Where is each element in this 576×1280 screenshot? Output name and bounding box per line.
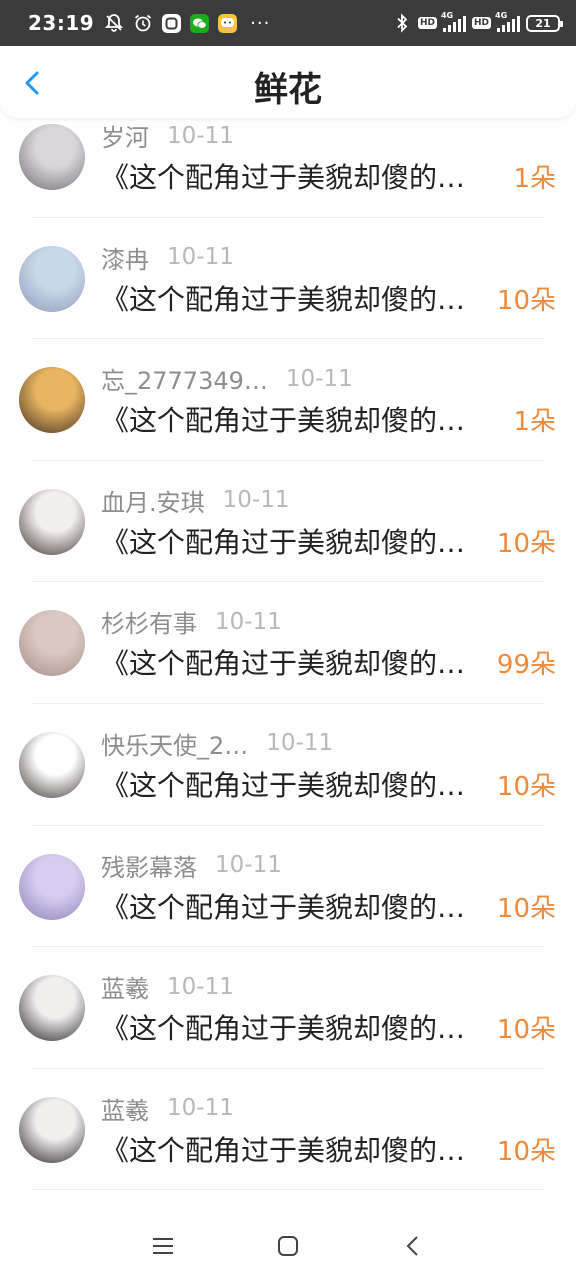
list-item[interactable]: 忘_2777349… 10-11 《这个配角过于美貌却傻的… 1朵 [0, 339, 576, 461]
user-name[interactable]: 忘_2777349… [101, 361, 268, 396]
message: 《这个配角过于美貌却傻的… [101, 161, 466, 194]
header: 鲜花 [0, 46, 576, 118]
avatar[interactable] [19, 367, 85, 434]
message: 《这个配角过于美貌却傻的… [101, 1012, 466, 1046]
name-row: 蓝羲 10-11 [101, 1091, 234, 1126]
alarm-icon [133, 13, 153, 33]
name-row: 蓝羲 10-11 [101, 969, 234, 1004]
name-row: 岁河 10-11 [101, 118, 234, 153]
mute-bell-icon [104, 13, 124, 33]
name-row: 残影幕落 10-11 [101, 848, 282, 883]
list-item[interactable]: 漆冉 10-11 《这个配角过于美貌却傻的… 10朵 [0, 218, 576, 340]
flower-amount: 1朵 [513, 164, 556, 194]
wechat-icon [190, 13, 210, 33]
message: 《这个配角过于美貌却傻的… [101, 890, 466, 924]
date: 10-11 [222, 487, 290, 514]
avatar[interactable] [19, 1096, 85, 1163]
name-row: 忘_2777349… 10-11 [101, 361, 353, 396]
system-nav-bar [0, 1212, 576, 1280]
date: 10-11 [215, 608, 282, 635]
date: 10-11 [266, 730, 334, 757]
avatar[interactable] [19, 975, 85, 1042]
list-item[interactable]: 快乐天使_2… 10-11 《这个配角过于美貌却傻的… 10朵 [0, 704, 576, 826]
flower-amount: 10朵 [496, 528, 556, 559]
message: 《这个配角过于美貌却傻的… [101, 1133, 466, 1167]
avatar[interactable] [19, 245, 85, 312]
user-name[interactable]: 血月.安琪 [101, 483, 205, 518]
battery-icon: 21 [526, 14, 563, 32]
avatar[interactable] [19, 731, 85, 798]
user-name[interactable]: 残影幕落 [101, 848, 197, 883]
avatar[interactable] [19, 124, 85, 190]
date: 10-11 [167, 973, 234, 1000]
date: 10-11 [285, 365, 353, 392]
flower-amount: 1朵 [513, 407, 556, 438]
chat-app-icon [218, 13, 238, 33]
date: 10-11 [167, 244, 234, 271]
signal-icon: 4G [441, 11, 466, 32]
avatar[interactable] [19, 853, 85, 920]
menu-icon[interactable] [148, 1231, 178, 1261]
name-row: 快乐天使_2… 10-11 [101, 726, 333, 761]
message: 《这个配角过于美貌却傻的… [101, 647, 466, 681]
message: 《这个配角过于美貌却傻的… [101, 525, 466, 559]
battery-level: 21 [535, 16, 551, 30]
date: 10-11 [167, 1095, 234, 1122]
back-chevron-icon[interactable] [398, 1231, 428, 1261]
page-title: 鲜花 [254, 70, 322, 110]
system-icons: HD 4G HD 4G 21 [392, 11, 563, 33]
name-row: 血月.安琪 10-11 [101, 483, 289, 518]
home-square-icon[interactable] [273, 1231, 303, 1261]
avatar[interactable] [19, 610, 85, 677]
app-icon [162, 13, 182, 33]
divider [32, 1189, 544, 1191]
list-item[interactable]: 蓝羲 10-11 《这个配角过于美貌却傻的… 10朵 [0, 947, 576, 1069]
hd-badge: HD [471, 17, 491, 29]
bluetooth-icon [392, 13, 412, 33]
name-row: 漆冉 10-11 [101, 240, 234, 275]
flower-amount: 99朵 [496, 650, 556, 681]
message: 《这个配角过于美貌却傻的… [101, 404, 466, 438]
user-name[interactable]: 快乐天使_2… [101, 726, 248, 761]
flower-amount: 10朵 [496, 1015, 556, 1046]
message: 《这个配角过于美貌却傻的… [101, 282, 466, 316]
flower-amount: 10朵 [496, 771, 556, 802]
message: 《这个配角过于美貌却傻的… [101, 768, 466, 802]
date: 10-11 [215, 852, 282, 879]
list-item[interactable]: 杉杉有事 10-11 《这个配角过于美貌却傻的… 99朵 [0, 582, 576, 704]
status-bar: 23:19 ··· HD 4G HD 4G 21 [0, 0, 576, 46]
flower-amount: 10朵 [496, 285, 556, 316]
list-item[interactable]: 蓝羲 10-11 《这个配角过于美貌却傻的… 10朵 [0, 1069, 576, 1191]
signal-icon: 4G [495, 11, 520, 32]
hd-badge: HD [417, 17, 437, 29]
user-name[interactable]: 蓝羲 [101, 1091, 149, 1126]
flower-amount: 10朵 [496, 1136, 556, 1167]
list-item[interactable]: 血月.安琪 10-11 《这个配角过于美貌却傻的… 10朵 [0, 461, 576, 583]
flower-amount: 10朵 [496, 893, 556, 924]
date: 10-11 [167, 122, 234, 149]
user-name[interactable]: 杉杉有事 [101, 604, 197, 639]
list-item[interactable]: 残影幕落 10-11 《这个配角过于美貌却傻的… 10朵 [0, 826, 576, 948]
more-notifications-icon: ··· [250, 12, 271, 34]
avatar[interactable] [19, 488, 85, 555]
name-row: 杉杉有事 10-11 [101, 604, 282, 639]
status-time: 23:19 [28, 11, 95, 35]
user-name[interactable]: 漆冉 [101, 240, 149, 275]
user-name[interactable]: 岁河 [101, 118, 149, 153]
flower-list: 岁河 10-11 《这个配角过于美貌却傻的… 1朵 漆冉 10-11 《这个配角… [0, 96, 576, 1191]
user-name[interactable]: 蓝羲 [101, 969, 149, 1004]
notification-icons: ··· [104, 13, 270, 34]
